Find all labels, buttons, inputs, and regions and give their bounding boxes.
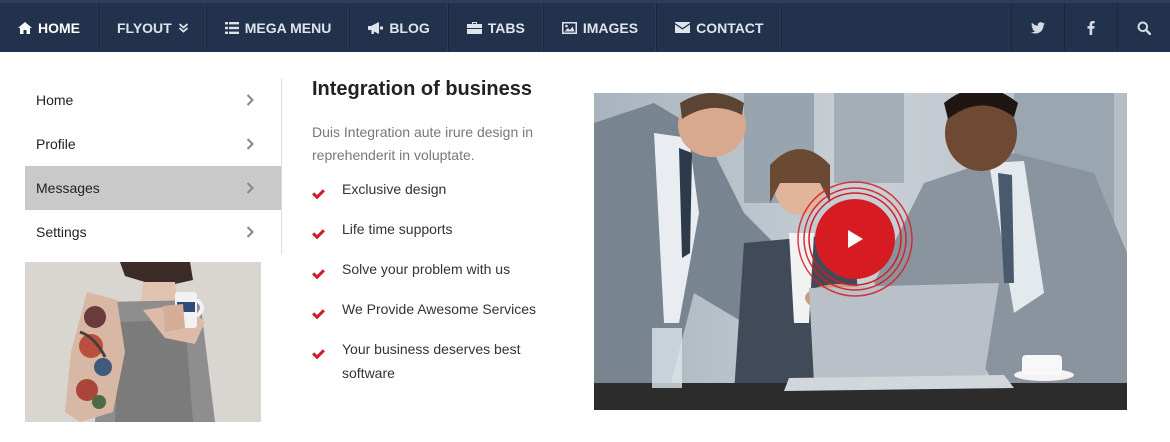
list-item: Exclusive design: [312, 177, 572, 207]
chevron-right-icon: [246, 94, 254, 106]
sidebar-menu: Home Profile Messages Settings: [25, 78, 282, 254]
nav-images[interactable]: IMAGES: [544, 3, 658, 52]
list-icon: [224, 21, 239, 34]
checkmark-icon: [312, 177, 342, 207]
feature-text: Exclusive design: [342, 181, 447, 197]
chevron-right-icon: [246, 226, 254, 238]
nav-home[interactable]: HOME: [0, 3, 99, 52]
nav-contact-label: CONTACT: [696, 19, 764, 36]
nav-flyout-label: FLYOUT: [117, 19, 172, 36]
nav-mega-menu[interactable]: MEGA MENU: [207, 3, 351, 52]
facebook-button[interactable]: [1064, 3, 1117, 52]
envelope-icon: [675, 22, 691, 33]
sidebar-item-label: Profile: [36, 136, 76, 152]
nav-contact[interactable]: CONTACT: [657, 3, 783, 52]
nav-home-label: HOME: [38, 19, 80, 36]
nav-tabs-label: TABS: [487, 19, 525, 36]
search-icon: [1137, 21, 1151, 35]
nav-mega-menu-label: MEGA MENU: [244, 19, 332, 36]
checkmark-icon: [312, 257, 342, 287]
twitter-button[interactable]: [1011, 3, 1064, 52]
section-description: Duis Integration aute irure design in re…: [312, 124, 534, 163]
nav-blog-label: BLOG: [389, 19, 430, 36]
list-item: Life time supports: [312, 217, 572, 247]
tattoo-woman-photo: [25, 262, 261, 422]
feature-text: Solve your problem with us: [342, 261, 511, 277]
image-icon: [561, 21, 577, 34]
sidebar-item-label: Messages: [36, 180, 100, 196]
list-item: We Provide Awesome Services: [312, 297, 572, 327]
section-title: Integration of business: [312, 78, 533, 100]
feature-text: Your business deserves best software: [342, 341, 521, 381]
checkmark-icon: [312, 297, 342, 327]
nav-flyout[interactable]: FLYOUT: [99, 3, 207, 52]
search-button[interactable]: [1117, 3, 1170, 52]
checkmark-icon: [312, 337, 342, 367]
nav-images-label: IMAGES: [582, 19, 639, 36]
chevron-right-icon: [246, 182, 254, 194]
sidebar-item-settings[interactable]: Settings: [25, 210, 281, 254]
list-item: Your business deserves best software: [312, 337, 572, 385]
feature-list: Exclusive design Life time supports Solv…: [312, 177, 572, 385]
play-button[interactable]: [796, 180, 914, 298]
list-item: Solve your problem with us: [312, 257, 572, 287]
content-column: Integration of business Duis Integration…: [312, 78, 572, 395]
feature-text: We Provide Awesome Services: [342, 301, 537, 317]
facebook-icon: [1087, 20, 1095, 35]
double-chevron-down-icon: [178, 22, 188, 33]
chevron-right-icon: [246, 138, 254, 150]
feature-text: Life time supports: [342, 221, 453, 237]
twitter-icon: [1031, 21, 1045, 34]
checkmark-icon: [312, 217, 342, 247]
sidebar-item-messages[interactable]: Messages: [25, 166, 281, 210]
sidebar-item-profile[interactable]: Profile: [25, 122, 281, 166]
sidebar-item-home[interactable]: Home: [25, 78, 281, 122]
sidebar-item-label: Settings: [36, 224, 87, 240]
main-navbar: HOME FLYOUT MEGA MENU BLOG TABS IMAGES C…: [0, 0, 1170, 52]
nav-blog[interactable]: BLOG: [350, 3, 449, 52]
sidebar-item-label: Home: [36, 92, 74, 108]
megaphone-icon: [368, 21, 384, 34]
home-icon: [18, 21, 32, 34]
nav-tabs[interactable]: TABS: [449, 3, 544, 52]
briefcase-icon: [466, 21, 482, 34]
